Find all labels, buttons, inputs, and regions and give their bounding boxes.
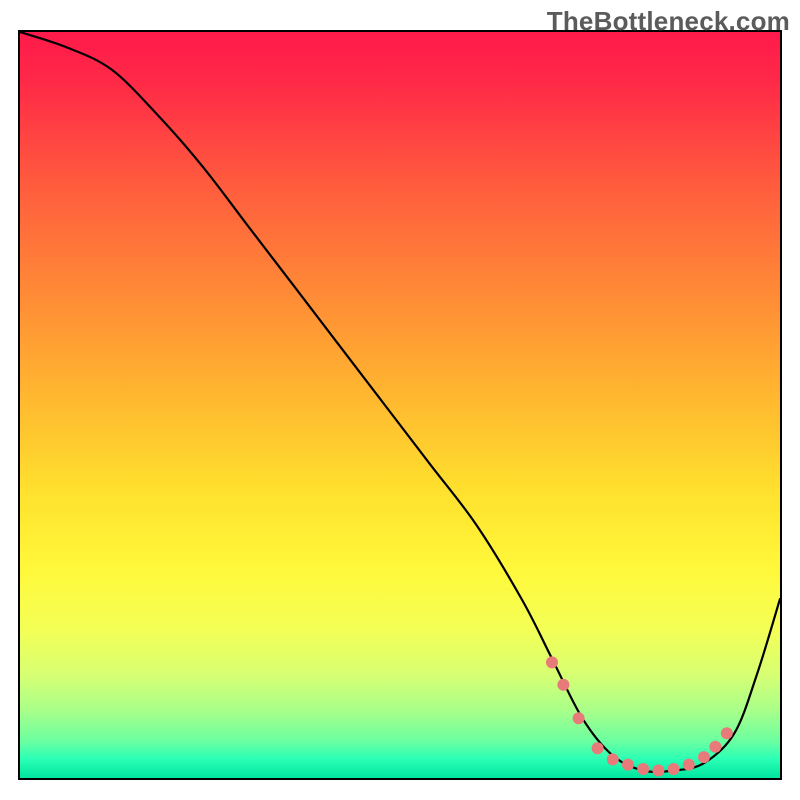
chart-container: TheBottleneck.com: [0, 0, 800, 800]
highlight-dot: [709, 741, 721, 753]
highlight-dot: [573, 712, 585, 724]
highlight-dot: [607, 753, 619, 765]
highlight-dot: [622, 759, 634, 771]
highlight-dot: [557, 679, 569, 691]
highlight-dot: [592, 742, 604, 754]
plot-area: [18, 30, 782, 780]
highlight-dot: [698, 751, 710, 763]
highlight-dot: [652, 765, 664, 777]
watermark-text: TheBottleneck.com: [547, 6, 790, 37]
highlight-dot: [546, 656, 558, 668]
highlight-dot: [668, 763, 680, 775]
highlight-dot: [683, 759, 695, 771]
highlight-dot: [721, 727, 733, 739]
highlight-markers: [20, 32, 780, 778]
highlight-dot: [637, 763, 649, 775]
